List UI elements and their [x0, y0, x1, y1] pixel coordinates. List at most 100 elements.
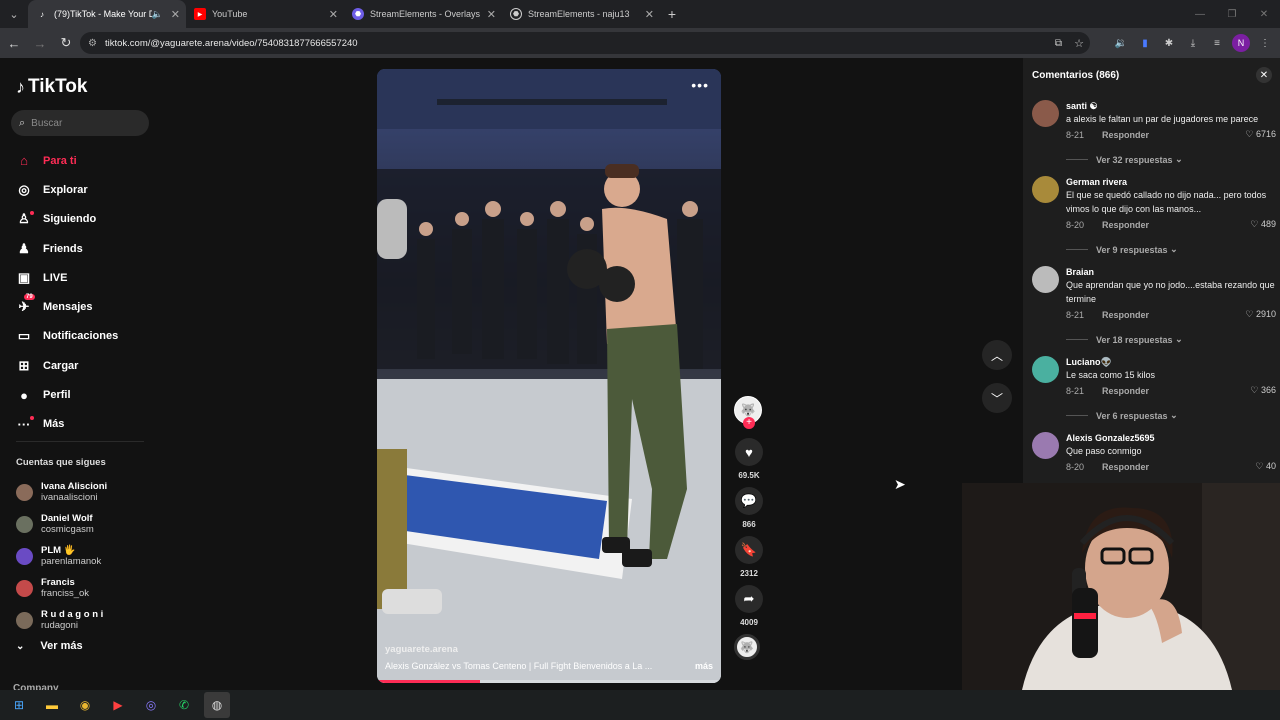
bookmark-icon[interactable]: 🔖 — [735, 536, 763, 564]
tab-tiktok[interactable]: ♪ (79)TikTok - Make Your Day 🔈 ✕ — [28, 0, 186, 28]
comment-like-button[interactable]: ♡ 40 — [1255, 461, 1276, 472]
view-replies-button[interactable]: Ver 32 respuestas ⌄ — [1066, 154, 1276, 165]
sidebar-item-explorar[interactable]: ◎ Explorar — [16, 175, 156, 204]
logo-text: TikTok — [28, 76, 88, 97]
whatsapp-icon[interactable]: ✆ — [171, 692, 197, 718]
see-more-button[interactable]: ⌄ Ver más — [16, 640, 83, 652]
comment-user[interactable]: Alexis Gonzalez5695 — [1066, 432, 1276, 444]
sidebar-item-siguiendo[interactable]: ♙ Siguiendo — [16, 205, 156, 234]
tab-youtube[interactable]: ▶ YouTube ✕ — [186, 0, 344, 28]
video-more-link[interactable]: más — [695, 661, 713, 671]
sidebar-item-cargar[interactable]: ⊞ Cargar — [16, 351, 156, 380]
comment-like-button[interactable]: ♡ 489 — [1250, 219, 1276, 230]
following-item[interactable]: R u d a g o n i rudagoni — [16, 604, 107, 636]
new-tab-icon[interactable]: + — [660, 0, 684, 28]
following-item[interactable]: PLM 🖐 parenlamanok — [16, 540, 107, 572]
avatar[interactable] — [1032, 266, 1059, 293]
reply-button[interactable]: Responder — [1102, 220, 1149, 230]
tab-search-icon[interactable]: ⌄ — [0, 0, 28, 28]
chevron-down-icon[interactable]: ﹀ — [982, 383, 1012, 413]
tab-streamelements-overlays[interactable]: ⬣ StreamElements - Overlays ✕ — [344, 0, 502, 28]
puzzle-icon[interactable]: ✱ — [1160, 34, 1178, 52]
divider — [1066, 415, 1088, 416]
comment-icon[interactable]: 💬 — [735, 487, 763, 515]
chrome-icon[interactable]: ◉ — [72, 692, 98, 718]
sidebar-item-perfil[interactable]: ● Perfil — [16, 380, 156, 409]
speaker-icon[interactable]: 🔈 — [152, 9, 163, 20]
back-icon[interactable]: ← — [2, 31, 26, 55]
sidebar-item-notificaciones[interactable]: ▭ Notificaciones — [16, 322, 156, 351]
menu-kebab-icon[interactable]: ⋮ — [1256, 34, 1274, 52]
reply-button[interactable]: Responder — [1102, 386, 1149, 396]
profile-avatar[interactable]: N — [1232, 34, 1250, 52]
forward-icon[interactable]: → — [28, 31, 52, 55]
comment-text: Que paso conmigo — [1066, 446, 1142, 456]
view-replies-button[interactable]: Ver 6 respuestas ⌄ — [1066, 410, 1276, 421]
close-tab-icon[interactable]: ✕ — [171, 8, 180, 21]
media-player-icon[interactable]: ▶ — [105, 692, 131, 718]
comment-user[interactable]: Braian — [1066, 266, 1276, 278]
share-icon[interactable]: ➦ — [735, 585, 763, 613]
tab-streamelements-naju13[interactable]: ⬣ StreamElements - naju13 ✕ — [502, 0, 660, 28]
discord-icon[interactable]: ◎ — [138, 692, 164, 718]
avatar[interactable] — [1032, 356, 1059, 383]
comment-like-count: 366 — [1260, 385, 1276, 395]
comment-user[interactable]: santi ☯ — [1066, 100, 1276, 112]
comment-user[interactable]: German rivera — [1066, 176, 1276, 188]
music-disc-icon[interactable]: 🐺 — [734, 634, 760, 660]
media-icon[interactable]: 🔉 — [1112, 34, 1130, 52]
follow-plus-icon[interactable]: + — [743, 417, 755, 429]
download-icon[interactable]: ⤓ — [1184, 34, 1202, 52]
video-progress-bar[interactable] — [377, 680, 721, 683]
file-explorer-icon[interactable]: ▬ — [39, 692, 65, 718]
view-replies-button[interactable]: Ver 9 respuestas ⌄ — [1066, 244, 1276, 255]
avatar[interactable] — [1032, 432, 1059, 459]
close-icon[interactable]: ✕ — [1256, 67, 1272, 83]
comment-like-button[interactable]: ♡ 2910 — [1245, 309, 1276, 320]
windows-start-icon[interactable]: ⊞ — [6, 692, 32, 718]
address-bar[interactable]: ⚙ tiktok.com/@yaguarete.arena/video/7540… — [80, 32, 1090, 54]
heart-icon: ♡ — [1255, 461, 1266, 471]
close-window-icon[interactable]: ✕ — [1248, 0, 1280, 28]
comment-like-button[interactable]: ♡ 366 — [1250, 385, 1276, 396]
tiktok-logo[interactable]: ♪ TikTok — [16, 76, 87, 98]
following-item[interactable]: Francis franciss_ok — [16, 572, 107, 604]
site-info-icon[interactable]: ⚙ — [88, 38, 97, 49]
friends-icon: ♟ — [18, 240, 30, 256]
avatar[interactable] — [1032, 100, 1059, 127]
chevron-up-icon[interactable]: ︿ — [982, 340, 1012, 370]
install-app-icon[interactable]: ⧉ — [1055, 38, 1062, 49]
comment-user[interactable]: Luciano👽 — [1066, 356, 1276, 368]
bookmark-star-icon[interactable]: ☆ — [1074, 37, 1084, 50]
creator-avatar[interactable]: 🐺 + — [734, 396, 762, 429]
close-tab-icon[interactable]: ✕ — [487, 8, 496, 21]
maximize-icon[interactable]: ❐ — [1216, 0, 1248, 28]
view-replies-button[interactable]: Ver 18 respuestas ⌄ — [1066, 334, 1276, 345]
sidebar-item-más[interactable]: ··· Más — [16, 410, 156, 439]
obs-icon[interactable]: ◍ — [204, 692, 230, 718]
reload-icon[interactable]: ↻ — [54, 31, 78, 55]
comment-like-count: 40 — [1265, 461, 1276, 471]
search-input[interactable]: ⌕ Buscar — [11, 110, 149, 136]
following-item[interactable]: Ivana Aliscioni ivanaaliscioni — [16, 476, 107, 508]
reply-button[interactable]: Responder — [1102, 462, 1149, 472]
comment-like-button[interactable]: ♡ 6716 — [1245, 129, 1276, 140]
close-tab-icon[interactable]: ✕ — [329, 8, 338, 21]
avatar[interactable] — [1032, 176, 1059, 203]
sidebar-item-para-ti[interactable]: ⌂ Para ti — [16, 146, 156, 175]
following-item[interactable]: Daniel Wolf cosmicgasm — [16, 508, 107, 540]
like-icon[interactable]: ♥ — [735, 438, 763, 466]
sidebar-item-live[interactable]: ▣ LIVE — [16, 263, 156, 292]
sidebar-item-mensajes[interactable]: ✈ 79 Mensajes — [16, 292, 156, 321]
close-tab-icon[interactable]: ✕ — [645, 8, 654, 21]
reply-button[interactable]: Responder — [1102, 310, 1149, 320]
sidebar-item-friends[interactable]: ♟ Friends — [16, 234, 156, 263]
extension-icon[interactable]: ▮ — [1136, 34, 1154, 52]
minimize-icon[interactable]: — — [1184, 0, 1216, 28]
video-player[interactable]: ••• yaguarete.arena Alexis González vs T… — [377, 69, 721, 683]
video-author[interactable]: yaguarete.arena — [385, 644, 713, 655]
reply-button[interactable]: Responder — [1102, 130, 1149, 140]
youtube-icon: ▶ — [194, 8, 206, 20]
video-more-icon[interactable]: ••• — [691, 77, 709, 93]
reading-list-icon[interactable]: ≡ — [1208, 34, 1226, 52]
